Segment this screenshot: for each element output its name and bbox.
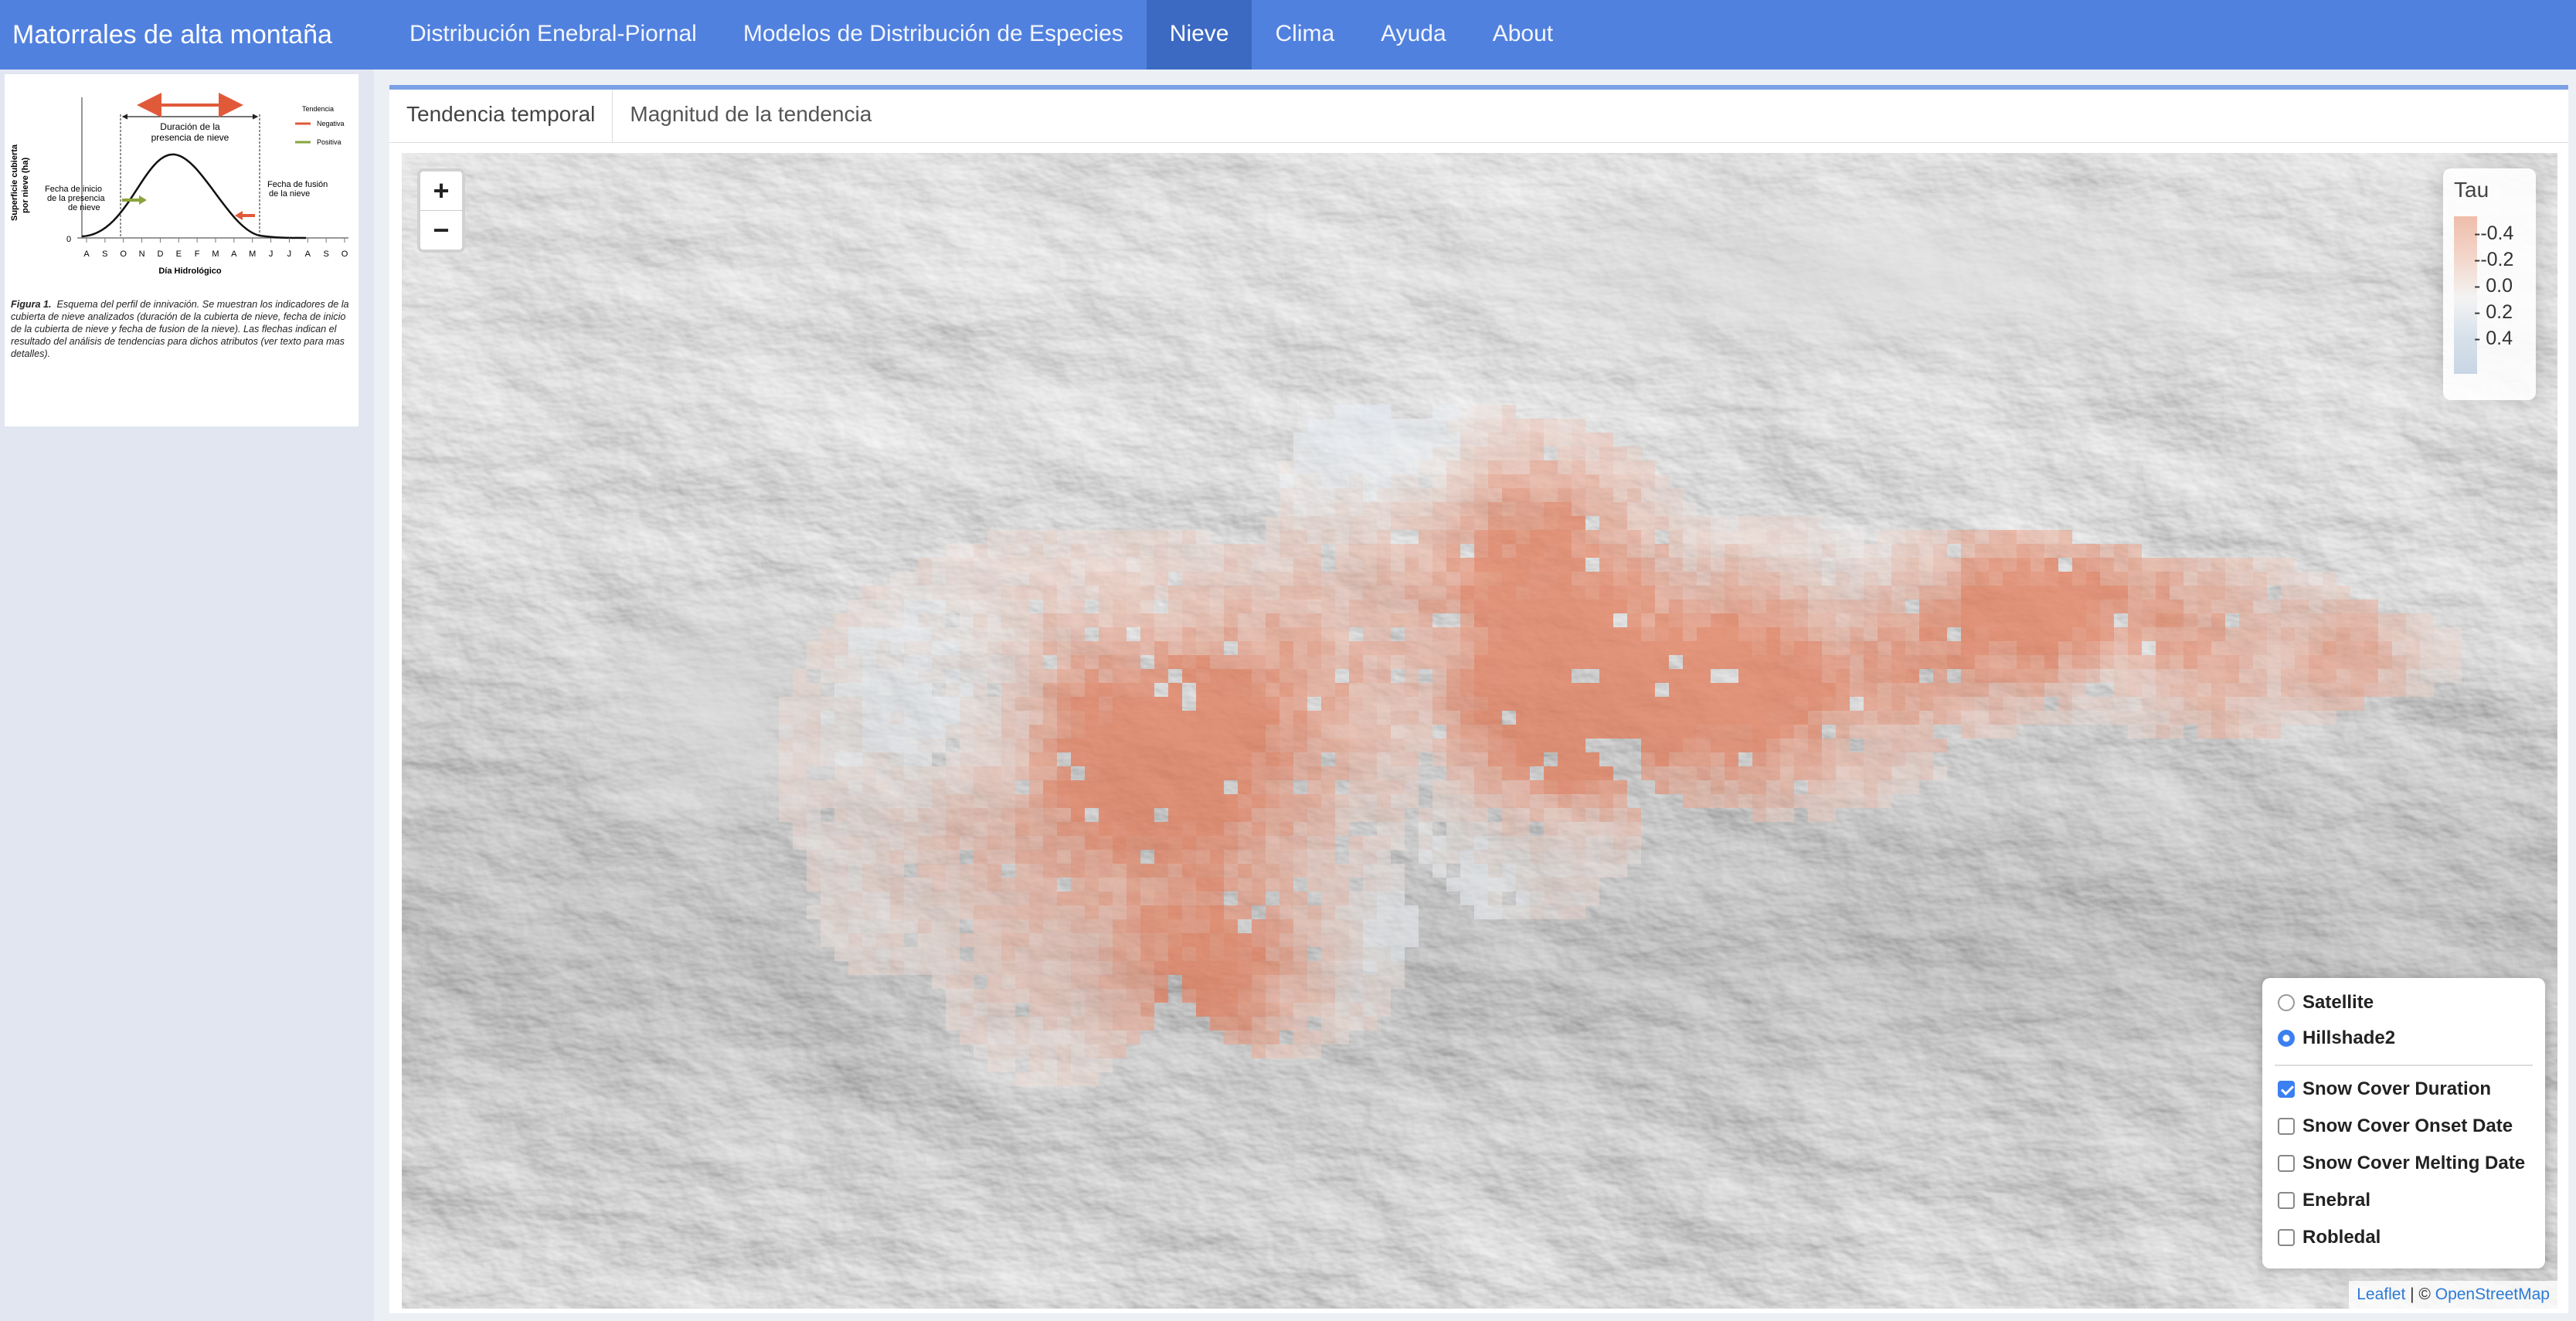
figure-duration-label: Duración de la (160, 121, 220, 132)
figure-month-label: F (195, 250, 200, 259)
figure-caption: Figura 1. Esquema del perfil de innivaci… (11, 298, 355, 360)
overlay-robledal[interactable]: Robledal (2278, 1222, 2381, 1253)
hillshade-basemap (402, 153, 2557, 1309)
figure-month-label: J (287, 250, 292, 259)
openstreetmap-link[interactable]: OpenStreetMap (2435, 1285, 2550, 1303)
tab-magnitud-tendencia[interactable]: Magnitud de la tendencia (613, 90, 889, 139)
hillshade2-radio[interactable] (2278, 1030, 2295, 1047)
figure-month-label: S (102, 250, 107, 259)
layers-separator (2275, 1065, 2533, 1066)
figure-month-label: A (231, 250, 237, 259)
figure-legend-title: Tendencia (302, 105, 334, 113)
figure-legend-negative: Negativa (317, 120, 345, 127)
figure-caption-text: Esquema del perfil de innivación. Se mue… (11, 299, 349, 359)
navbar: Matorrales de alta montaña Distribución … (0, 0, 2576, 70)
figure-onset-label-3: de nieve (68, 203, 100, 212)
overlay-snow-cover-duration[interactable]: Snow Cover Duration (2278, 1074, 2491, 1105)
legend-title: Tau (2454, 178, 2489, 202)
figure-melt-label: Fecha de fusión (267, 180, 328, 189)
figure-onset-label: Fecha de inicio (45, 185, 102, 194)
snow-cover-melting-date-checkbox[interactable] (2278, 1155, 2295, 1172)
tab-box: Tendencia temporal Magnitud de la tenden… (389, 85, 2568, 1313)
zoom-control: + − (417, 168, 465, 253)
tab-bar: Tendencia temporal Magnitud de la tenden… (389, 90, 2568, 143)
figure-xlabel: Día Hidrológico (158, 267, 222, 276)
figure-y-zero: 0 (66, 235, 71, 244)
map-attribution: Leaflet | © OpenStreetMap (2349, 1281, 2557, 1309)
figure-duration-label-2: presencia de nieve (151, 132, 229, 143)
layers-control: Satellite Hillshade2 Snow Cover Duration… (2262, 978, 2545, 1268)
nav-item-distribucion[interactable]: Distribución Enebral-Piornal (386, 0, 720, 70)
legend-label: --0.4 (2474, 222, 2514, 244)
snow-cover-duration-checkbox[interactable] (2278, 1081, 2295, 1098)
figure-melt-label-2: de la nieve (269, 189, 310, 199)
robledal-checkbox[interactable] (2278, 1229, 2295, 1246)
tau-legend: Tau --0.4 --0.2 - 0.0 - 0.2 - 0.4 (2443, 168, 2536, 400)
figure-ylabel-2: por nieve (ha) (21, 158, 30, 213)
app-title[interactable]: Matorrales de alta montaña (0, 20, 386, 50)
nav-item-clima[interactable]: Clima (1252, 0, 1358, 70)
figure-month-label: E (176, 250, 182, 259)
nav-item-nieve[interactable]: Nieve (1146, 0, 1252, 70)
leaflet-link[interactable]: Leaflet (2357, 1285, 2405, 1303)
snow-profile-figure: Superficie cubierta por nieve (ha) 0 Dur… (5, 74, 359, 426)
legend-label: - 0.0 (2474, 275, 2513, 297)
zoom-in-button[interactable]: + (420, 171, 462, 210)
figure-month-label: D (157, 250, 163, 259)
base-layer-hillshade2[interactable]: Hillshade2 (2278, 1023, 2395, 1054)
map-canvas[interactable]: + − Tau --0.4 --0.2 - 0.0 - 0.2 - 0.4 Sa… (402, 153, 2557, 1309)
figure-month-ticks: ASONDEFMAMJJASO (83, 238, 348, 259)
figure-ylabel: Superficie cubierta (10, 144, 19, 221)
satellite-radio[interactable] (2278, 994, 2295, 1011)
snow-profile-diagram: Superficie cubierta por nieve (ha) 0 Dur… (10, 93, 348, 276)
figure-month-label: M (249, 250, 256, 259)
figure-month-label: O (120, 250, 127, 259)
sidebar: Superficie cubierta por nieve (ha) 0 Dur… (0, 70, 374, 1321)
figure-month-label: M (212, 250, 219, 259)
figure-caption-label: Figura 1. (11, 299, 52, 310)
figure-month-label: J (269, 250, 274, 259)
nav-item-ayuda[interactable]: Ayuda (1358, 0, 1470, 70)
zoom-out-button[interactable]: − (420, 210, 462, 250)
enebral-checkbox[interactable] (2278, 1192, 2295, 1209)
nav-item-modelos[interactable]: Modelos de Distribución de Especies (720, 0, 1147, 70)
overlay-snow-cover-onset-date[interactable]: Snow Cover Onset Date (2278, 1111, 2513, 1142)
snow-cover-onset-date-checkbox[interactable] (2278, 1118, 2295, 1135)
figure-legend-positive: Positiva (317, 138, 342, 146)
nav-item-about[interactable]: About (1470, 0, 1576, 70)
figure-month-label: N (139, 250, 145, 259)
main-panel: Tendencia temporal Magnitud de la tenden… (374, 70, 2576, 1321)
overlay-snow-cover-melting-date[interactable]: Snow Cover Melting Date (2278, 1148, 2525, 1179)
figure-onset-label-2: de la presencia (47, 194, 105, 203)
base-layer-satellite[interactable]: Satellite (2278, 987, 2374, 1018)
figure-month-label: S (323, 250, 328, 259)
legend-label: - 0.4 (2474, 328, 2513, 349)
figure-month-label: O (342, 250, 348, 259)
figure-month-label: A (83, 250, 90, 259)
overlay-enebral[interactable]: Enebral (2278, 1185, 2370, 1216)
legend-label: --0.2 (2474, 249, 2514, 270)
tab-tendencia-temporal[interactable]: Tendencia temporal (389, 90, 613, 142)
figure-month-label: A (305, 250, 311, 259)
legend-label: - 0.2 (2474, 301, 2513, 323)
